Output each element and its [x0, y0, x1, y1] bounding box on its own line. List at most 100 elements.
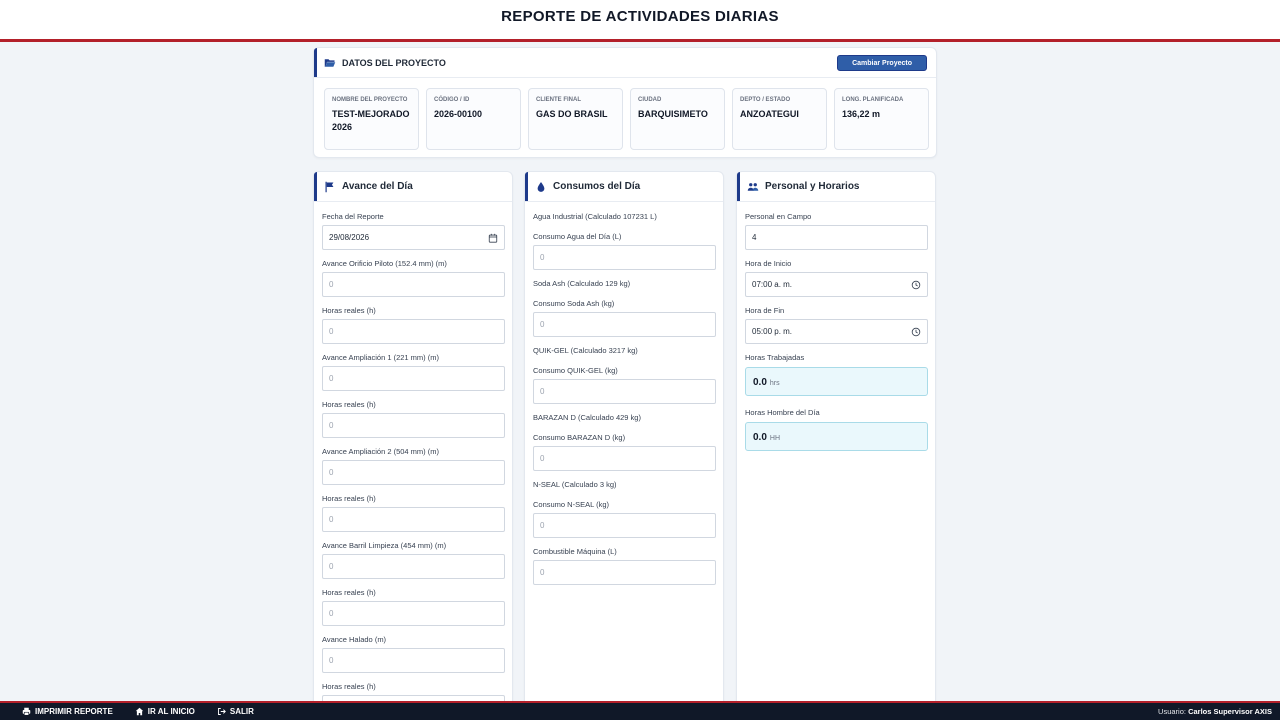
- horas-trabajadas-display: 0.0 hrs: [745, 367, 928, 396]
- avance-piloto-input[interactable]: 0: [322, 272, 505, 297]
- personal-campo-input[interactable]: 4: [745, 225, 928, 250]
- agua-calculated-note: Agua Industrial (Calculado 107231 L): [533, 212, 657, 221]
- report-date-label: Fecha del Reporte: [322, 212, 384, 221]
- barazan-calculated-note: BARAZAN D (Calculado 429 kg): [533, 413, 641, 422]
- horas-barril-label: Horas reales (h): [322, 588, 376, 597]
- clock-icon[interactable]: [911, 280, 921, 290]
- clock-icon[interactable]: [911, 327, 921, 337]
- hora-fin-value: 05:00 p. m.: [752, 327, 793, 336]
- card-label: CLIENTE FINAL: [536, 97, 581, 103]
- quik-gel-input[interactable]: 0: [533, 379, 716, 404]
- n-seal-input[interactable]: 0: [533, 513, 716, 538]
- sign-out-icon: [217, 708, 226, 715]
- flag-icon: [325, 181, 334, 192]
- project-card-client: CLIENTE FINAL GAS DO BRASIL: [528, 88, 623, 150]
- folder-open-icon: [324, 58, 336, 67]
- agua-label: Consumo Agua del Día (L): [533, 232, 622, 241]
- horas-barril-input[interactable]: 0: [322, 601, 505, 626]
- personal-panel: Personal y Horarios Personal en Campo 4 …: [736, 171, 936, 720]
- print-icon: [22, 707, 31, 716]
- soda-ash-calculated-note: Soda Ash (Calculado 129 kg): [533, 279, 631, 288]
- horas-halado-label: Horas reales (h): [322, 682, 376, 691]
- avance-piloto-label: Avance Orificio Piloto (152.4 mm) (m): [322, 259, 447, 268]
- card-label: DEPTO / ESTADO: [740, 97, 791, 103]
- hora-inicio-input[interactable]: 07:00 a. m.: [745, 272, 928, 297]
- card-value: TEST-MEJORADO 2026: [332, 109, 410, 132]
- droplet-icon: [537, 181, 545, 192]
- avance-barril-label: Avance Barril Limpieza (454 mm) (m): [322, 541, 447, 550]
- change-project-button[interactable]: Cambiar Proyecto: [837, 55, 927, 71]
- agua-input[interactable]: 0: [533, 245, 716, 270]
- card-value: GAS DO BRASIL: [536, 109, 608, 119]
- avance-halado-label: Avance Halado (m): [322, 635, 387, 644]
- go-home-button[interactable]: IR AL INICIO: [135, 707, 195, 716]
- horas-ampliacion2-input[interactable]: 0: [322, 507, 505, 532]
- avance-ampliacion1-input[interactable]: 0: [322, 366, 505, 391]
- project-panel-title: DATOS DEL PROYECTO: [342, 57, 446, 68]
- hora-inicio-value: 07:00 a. m.: [752, 280, 793, 289]
- avance-barril-input[interactable]: 0: [322, 554, 505, 579]
- horas-trabajadas-label: Horas Trabajadas: [745, 353, 805, 362]
- consumos-panel: Consumos del Día Agua Industrial (Calcul…: [524, 171, 724, 720]
- print-report-button[interactable]: IMPRIMIR REPORTE: [22, 707, 113, 716]
- horas-ampliacion1-input[interactable]: 0: [322, 413, 505, 438]
- card-label: NOMBRE DEL PROYECTO: [332, 97, 408, 103]
- horas-hombre-display: 0.0 HH: [745, 422, 928, 451]
- report-date-value: 29/08/2026: [329, 233, 370, 242]
- exit-button[interactable]: SALIR: [217, 707, 254, 716]
- soda-ash-input[interactable]: 0: [533, 312, 716, 337]
- report-date-input[interactable]: 29/08/2026: [322, 225, 505, 250]
- horas-hombre-label: Horas Hombre del Día: [745, 408, 820, 417]
- project-card-length: LONG. PLANIFICADA 136,22 m: [834, 88, 929, 150]
- users-icon: [747, 182, 759, 191]
- card-label: CÓDIGO / ID: [434, 97, 470, 103]
- quik-gel-calculated-note: QUIK-GEL (Calculado 3217 kg): [533, 346, 638, 355]
- project-info-cards: NOMBRE DEL PROYECTO TEST-MEJORADO 2026 C…: [324, 88, 929, 150]
- user-name: Carlos Supervisor AXIS: [1188, 707, 1272, 716]
- horas-ampliacion2-label: Horas reales (h): [322, 494, 376, 503]
- home-icon: [135, 707, 144, 716]
- user-prefix: Usuario:: [1158, 707, 1186, 716]
- n-seal-label: Consumo N-SEAL (kg): [533, 500, 609, 509]
- card-label: LONG. PLANIFICADA: [842, 97, 904, 103]
- project-panel: DATOS DEL PROYECTO Cambiar Proyecto NOMB…: [313, 47, 937, 158]
- consumos-panel-header: Consumos del Día: [525, 172, 723, 202]
- project-card-state: DEPTO / ESTADO ANZOATEGUI: [732, 88, 827, 150]
- avance-panel-title: Avance del Día: [342, 181, 413, 192]
- current-user: Usuario: Carlos Supervisor AXIS: [1158, 707, 1272, 716]
- hora-fin-input[interactable]: 05:00 p. m.: [745, 319, 928, 344]
- card-value: 136,22 m: [842, 109, 881, 119]
- card-value: BARQUISIMETO: [638, 109, 708, 119]
- project-card-code: CÓDIGO / ID 2026-00100: [426, 88, 521, 150]
- card-value: 2026-00100: [434, 109, 483, 119]
- project-card-city: CIUDAD BARQUISIMETO: [630, 88, 725, 150]
- avance-halado-input[interactable]: 0: [322, 648, 505, 673]
- personal-campo-label: Personal en Campo: [745, 212, 812, 221]
- horas-trabajadas-unit: hrs: [769, 380, 780, 387]
- horas-trabajadas-value: 0.0: [753, 377, 767, 388]
- page-title: REPORTE DE ACTIVIDADES DIARIAS: [501, 8, 779, 25]
- go-home-label: IR AL INICIO: [147, 707, 195, 716]
- horas-hombre-value: 0.0: [753, 432, 767, 443]
- combustible-label: Combustible Máquina (L): [533, 547, 617, 556]
- personal-panel-header: Personal y Horarios: [737, 172, 935, 202]
- avance-panel-header: Avance del Día: [314, 172, 512, 202]
- exit-label: SALIR: [229, 707, 254, 716]
- bottom-bar: IMPRIMIR REPORTE IR AL INICIO SALIR Usua…: [0, 701, 1280, 720]
- project-panel-header: DATOS DEL PROYECTO Cambiar Proyecto: [314, 48, 936, 78]
- avance-ampliacion2-input[interactable]: 0: [322, 460, 505, 485]
- barazan-label: Consumo BARAZAN D (kg): [533, 433, 626, 442]
- calendar-icon[interactable]: [488, 233, 498, 243]
- avance-ampliacion2-label: Avance Ampliación 2 (504 mm) (m): [322, 447, 439, 456]
- card-label: CIUDAD: [638, 97, 662, 103]
- horas-piloto-input[interactable]: 0: [322, 319, 505, 344]
- top-header: REPORTE DE ACTIVIDADES DIARIAS: [0, 0, 1280, 42]
- print-report-label: IMPRIMIR REPORTE: [35, 707, 113, 716]
- avance-ampliacion1-label: Avance Ampliación 1 (221 mm) (m): [322, 353, 439, 362]
- n-seal-calculated-note: N-SEAL (Calculado 3 kg): [533, 480, 617, 489]
- combustible-input[interactable]: 0: [533, 560, 716, 585]
- quik-gel-label: Consumo QUIK-GEL (kg): [533, 366, 618, 375]
- hora-fin-label: Hora de Fin: [745, 306, 785, 315]
- horas-piloto-label: Horas reales (h): [322, 306, 376, 315]
- barazan-input[interactable]: 0: [533, 446, 716, 471]
